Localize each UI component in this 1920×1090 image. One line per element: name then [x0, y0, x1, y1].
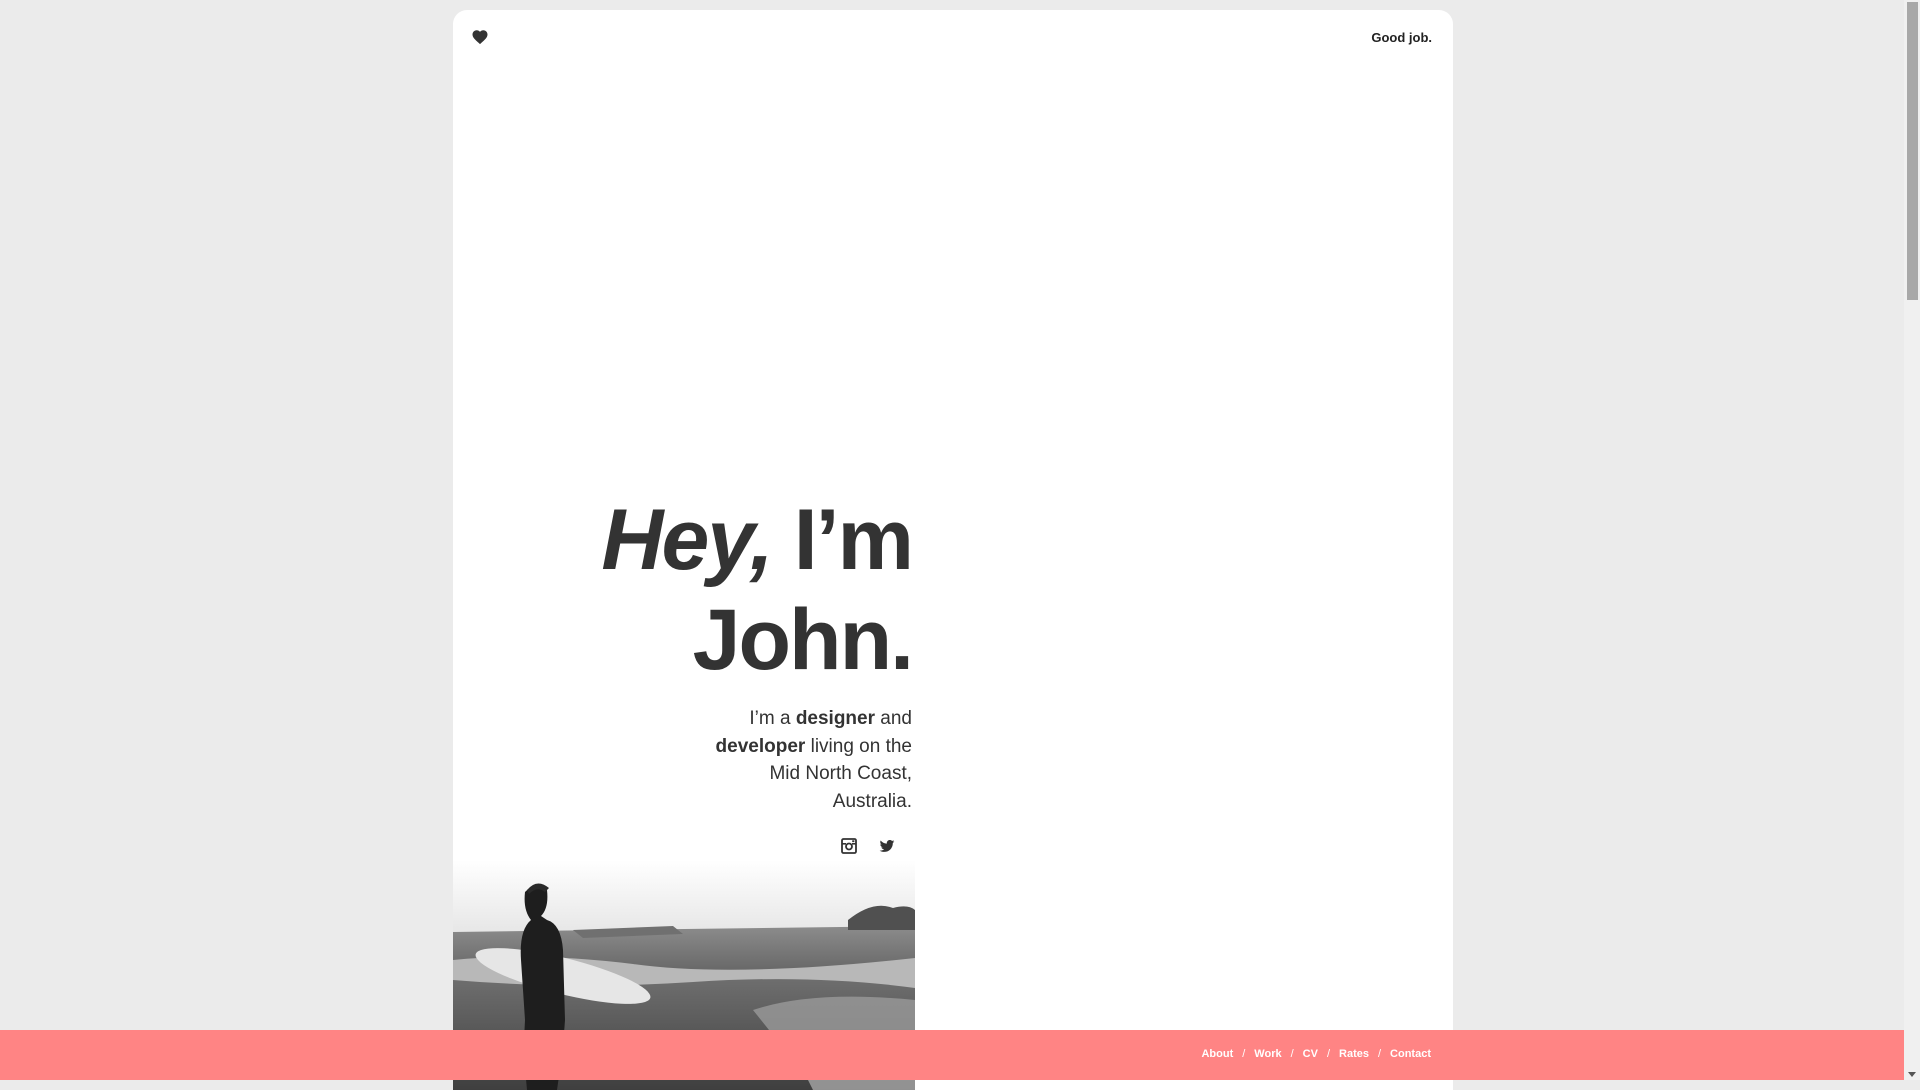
role-developer: developer — [715, 735, 806, 757]
hero-greeting-rest: I’m — [793, 492, 914, 588]
nav-cv[interactable]: CV — [1303, 1048, 1318, 1060]
nav-about[interactable]: About — [1201, 1048, 1233, 1060]
intro-prefix: I’m a — [749, 708, 796, 729]
footer-bar: About / Work / CV / Rates / Contact — [0, 1030, 1904, 1080]
scroll-down-arrow-icon[interactable] — [1908, 1072, 1916, 1077]
footer-nav: About / Work / CV / Rates / Contact — [1201, 1048, 1431, 1060]
nav-separator: / — [1326, 1048, 1331, 1060]
social-links — [841, 838, 895, 854]
hero-intro: I’m a designer and developer living on t… — [712, 705, 912, 815]
nav-separator: / — [1377, 1048, 1382, 1060]
nav-separator: / — [1290, 1048, 1294, 1060]
hero-section: Hey, I’m John. I’m a designer and develo… — [453, 10, 915, 1090]
nav-work[interactable]: Work — [1254, 1048, 1281, 1060]
nav-contact[interactable]: Contact — [1390, 1048, 1431, 1060]
header-tagline: Good job. — [1371, 30, 1432, 45]
nav-rates[interactable]: Rates — [1339, 1048, 1369, 1060]
page-scrollbar[interactable] — [1904, 0, 1920, 1080]
hero-headline: Hey, I’m John. — [601, 490, 914, 690]
scrollbar-thumb[interactable] — [1907, 2, 1918, 300]
instagram-link[interactable] — [841, 838, 857, 854]
intro-and: and — [875, 708, 912, 729]
role-designer: designer — [795, 708, 876, 729]
page-card: Good job. Hey, I’m John. I’m a designer … — [453, 10, 1453, 1090]
nav-separator: / — [1242, 1048, 1246, 1060]
twitter-link[interactable] — [879, 838, 895, 854]
twitter-icon[interactable] — [879, 838, 895, 854]
hero-greeting: Hey, — [601, 492, 773, 588]
instagram-icon[interactable] — [841, 838, 857, 854]
hero-name: John. — [692, 592, 914, 688]
